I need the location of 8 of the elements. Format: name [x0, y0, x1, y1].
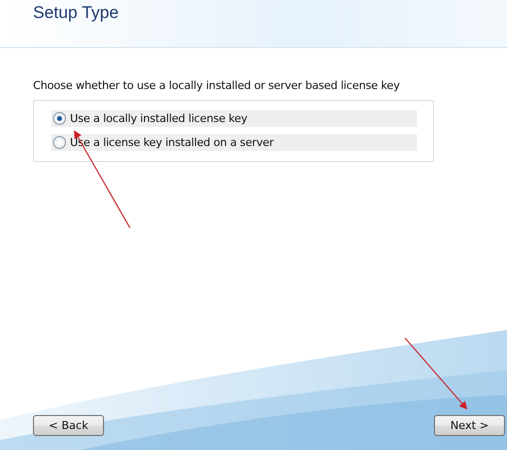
- radio-button[interactable]: [53, 136, 66, 149]
- radio-option[interactable]: Use a locally installed license key: [51, 110, 417, 127]
- window-title: Setup Type: [33, 3, 119, 22]
- radio-button[interactable]: [53, 112, 66, 125]
- instruction-text: Choose whether to use a locally installed or server based license key: [33, 79, 400, 93]
- next-button[interactable]: Next >: [434, 415, 505, 436]
- back-button[interactable]: < Back: [33, 415, 104, 436]
- annotation-arrow: [404, 338, 468, 410]
